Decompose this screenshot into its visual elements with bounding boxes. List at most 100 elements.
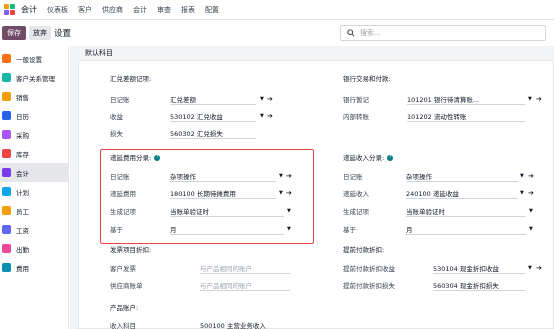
field-label: 银行暂记 xyxy=(343,96,369,104)
deferred-revenue-account-row: 递延收入 240100 递延收益 ▼ ➔ xyxy=(343,186,543,200)
external-link-icon[interactable]: ➔ xyxy=(536,95,542,103)
sales-icon xyxy=(2,92,11,101)
bank-suspense-row: 银行暂记 101201 银行待清算账... ▼ ➔ xyxy=(343,92,548,106)
section-title: 默认科目 xyxy=(85,49,113,57)
fx-journal-row: 日记账 汇兑差额 ▼ ➔ xyxy=(110,92,280,106)
highlight-box xyxy=(100,149,314,244)
income-account-field[interactable]: 500100 主营业务收入 xyxy=(200,320,290,329)
chevron-down-icon[interactable]: ▼ xyxy=(520,190,524,196)
sidebar-item-attendance[interactable]: 出勤 xyxy=(0,239,69,258)
sidebar-item-label: 工资 xyxy=(16,226,29,235)
sidebar-item-crm[interactable]: 客户关系管理 xyxy=(0,68,69,87)
sidebar-item-label: 一般设置 xyxy=(16,55,42,64)
menu-vendors[interactable]: 供应商 xyxy=(102,5,123,15)
early-payment-loss-field[interactable]: 560304 现金折扣损失 xyxy=(433,280,525,291)
settings-icon xyxy=(2,54,11,63)
menu-configuration[interactable]: 配置 xyxy=(205,5,219,15)
search-box[interactable] xyxy=(340,25,546,41)
bank-block-title: 银行交易和付款: xyxy=(343,75,391,83)
deferred-revenue-journal-field[interactable]: 杂项操作 xyxy=(406,171,518,182)
top-navbar: 会计 仪表板 客户 供应商 会计 审查 报表 配置 xyxy=(0,0,554,20)
field-label: 递延收入 xyxy=(343,190,369,198)
sidebar-item-calendar[interactable]: 日历 xyxy=(0,106,69,125)
customer-invoice-field[interactable]: 与产品相同的账户 xyxy=(200,263,290,274)
sidebar-item-label: 计划 xyxy=(16,188,29,197)
field-label: 生成记项 xyxy=(343,208,369,216)
menu-accounting[interactable]: 会计 xyxy=(133,5,147,15)
sidebar-item-label: 采购 xyxy=(16,131,29,140)
chevron-down-icon[interactable]: ▼ xyxy=(260,113,264,119)
field-label: 供应商账单 xyxy=(110,282,143,290)
sidebar-item-label: 费用 xyxy=(16,264,29,273)
fx-gain-field[interactable]: 530102 汇兑收益 xyxy=(170,111,256,122)
help-icon[interactable]: ? xyxy=(387,155,394,161)
sidebar-item-employees[interactable]: 员工 xyxy=(0,201,69,220)
apps-menu-icon[interactable] xyxy=(4,3,16,16)
external-link-icon[interactable]: ➔ xyxy=(528,172,534,180)
chevron-down-icon[interactable]: ▼ xyxy=(528,96,532,102)
accounting-icon xyxy=(2,168,11,177)
early-payment-gain-field[interactable]: 530104 现金折扣收益 xyxy=(433,263,525,274)
internal-transfer-field[interactable]: 101202 流动性转账 xyxy=(407,111,525,122)
deferred-revenue-generate-select[interactable]: 当账单验证时 xyxy=(406,206,526,217)
external-link-icon[interactable]: ➔ xyxy=(536,264,542,272)
external-link-icon[interactable]: ➔ xyxy=(267,112,273,120)
vendor-bill-row: 供应商账单 与产品相同的账户 xyxy=(110,278,310,292)
field-label: 日记账 xyxy=(343,173,363,181)
sidebar-item-purchase[interactable]: 采购 xyxy=(0,125,69,144)
customer-invoice-row: 客户发票 与产品相同的账户 xyxy=(110,261,310,275)
menu-customers[interactable]: 客户 xyxy=(78,5,92,15)
deferred-revenue-based-select[interactable]: 月 xyxy=(406,224,526,235)
field-label: 收入科目 xyxy=(110,322,136,329)
sidebar-item-label: 出勤 xyxy=(16,245,29,254)
search-input[interactable] xyxy=(360,29,530,37)
purchase-icon xyxy=(2,130,11,139)
sidebar-item-label: 库存 xyxy=(16,150,29,159)
early-payment-loss-row: 提前付款折扣损失 560304 现金折扣损失 xyxy=(343,278,548,292)
sidebar-item-accounting[interactable]: 会计 xyxy=(0,163,69,182)
chevron-down-icon[interactable]: ▼ xyxy=(260,96,264,102)
sidebar-item-label: 销售 xyxy=(16,93,29,102)
deferred-revenue-journal-row: 日记账 杂项操作 ▼ ➔ xyxy=(343,169,543,183)
deferred-revenue-account-field[interactable]: 240100 递延收益 xyxy=(406,188,518,199)
menu-dashboard[interactable]: 仪表板 xyxy=(47,5,68,15)
early-payment-block: 提前付款折扣: 提前付款折扣收益 530104 现金折扣收益 ▼ ➔ 提前付款折… xyxy=(343,244,548,294)
chevron-down-icon[interactable]: ▼ xyxy=(529,226,533,232)
sidebar-item-general[interactable]: 一般设置 xyxy=(0,49,69,68)
field-label: 基于 xyxy=(343,226,356,234)
chevron-down-icon[interactable]: ▼ xyxy=(528,265,532,271)
fx-journal-field[interactable]: 汇兑差额 xyxy=(170,94,256,105)
sidebar-item-payroll[interactable]: 工资 xyxy=(0,220,69,239)
sidebar-item-label: 客户关系管理 xyxy=(16,74,55,83)
deferred-revenue-title-text: 递延收入分录: xyxy=(343,154,385,162)
external-link-icon[interactable]: ➔ xyxy=(528,189,534,197)
attendance-icon xyxy=(2,244,11,253)
internal-transfer-row: 内部转账 101202 流动性转账 xyxy=(343,109,548,123)
bank-suspense-field[interactable]: 101201 银行待清算账... xyxy=(407,94,525,105)
sidebar-item-sales[interactable]: 销售 xyxy=(0,87,69,106)
app-title[interactable]: 会计 xyxy=(21,4,37,15)
sidebar-item-planning[interactable]: 计划 xyxy=(0,182,69,201)
menu-review[interactable]: 审查 xyxy=(157,5,171,15)
field-label: 损失 xyxy=(110,130,123,138)
deferred-revenue-title: 递延收入分录:? xyxy=(343,152,394,162)
early-payment-title: 提前付款折扣: xyxy=(343,246,385,254)
discard-button[interactable]: 放弃 xyxy=(29,26,51,40)
sidebar-item-label: 员工 xyxy=(16,207,29,216)
field-label: 内部转账 xyxy=(343,113,369,121)
external-link-icon[interactable]: ➔ xyxy=(267,95,273,103)
fx-loss-field[interactable]: 560302 汇兑损失 xyxy=(170,128,256,139)
chevron-down-icon[interactable]: ▼ xyxy=(529,208,533,214)
chevron-down-icon[interactable]: ▼ xyxy=(520,173,524,179)
field-label: 收益 xyxy=(110,113,123,121)
expenses-icon xyxy=(2,263,11,272)
menu-reporting[interactable]: 报表 xyxy=(181,5,195,15)
invoice-discount-block: 发票项目折扣: 客户发票 与产品相同的账户 供应商账单 与产品相同的账户 xyxy=(110,244,310,294)
vendor-bill-field[interactable]: 与产品相同的账户 xyxy=(200,280,290,291)
sidebar-item-expenses[interactable]: 费用 xyxy=(0,258,69,277)
sidebar-item-inventory[interactable]: 库存 xyxy=(0,144,69,163)
deferred-revenue-generate-row: 生成记项 当账单验证时 ▼ xyxy=(343,204,543,218)
planning-icon xyxy=(2,187,11,196)
field-label: 提前付款折扣损失 xyxy=(343,282,395,290)
save-button[interactable]: 保存 xyxy=(2,26,26,40)
